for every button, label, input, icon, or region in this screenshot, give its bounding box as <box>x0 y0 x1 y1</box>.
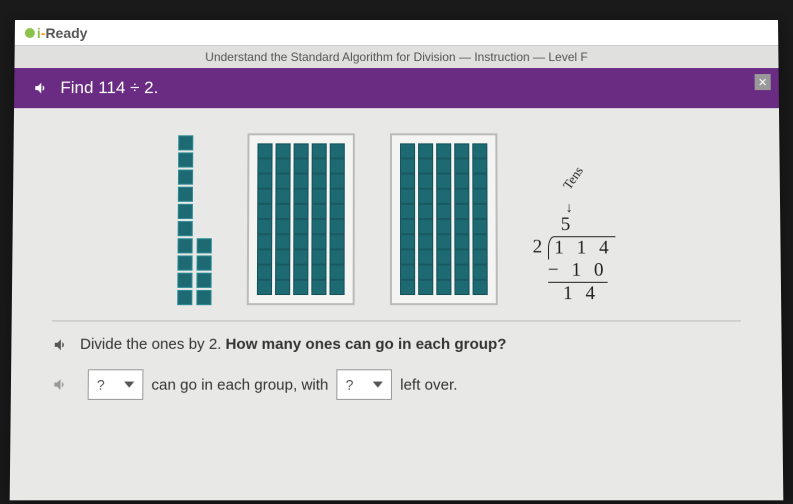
unit-block <box>178 152 193 167</box>
unit-block <box>177 204 192 219</box>
subtract-row: − 1 0 <box>533 260 616 283</box>
unit-column-short <box>196 238 211 305</box>
close-button[interactable]: ✕ <box>755 74 771 90</box>
unit-block <box>177 221 192 236</box>
visual-row: Tens ↓ 5 2 1 1 4 − 1 0 1 4 <box>52 133 741 321</box>
dropdown-value: ? <box>97 376 105 392</box>
audio-icon[interactable] <box>52 336 70 352</box>
unit-block <box>196 290 211 305</box>
arrow-down-icon: ↓ <box>566 201 573 217</box>
ten-rod <box>472 143 487 295</box>
unit-column-tall <box>177 135 193 305</box>
unit-block <box>196 273 211 288</box>
ten-rod <box>436 143 451 295</box>
dropdown-group-count[interactable]: ? <box>88 369 144 400</box>
breadcrumb: Understand the Standard Algorithm for Di… <box>14 46 778 68</box>
ten-rod <box>400 143 415 295</box>
answer-text-1: can go in each group, with <box>151 376 328 393</box>
dropdown-value: ? <box>346 376 354 392</box>
question-row: Divide the ones by 2. How many ones can … <box>52 336 742 353</box>
ten-rod <box>293 143 309 295</box>
tens-group-2 <box>390 133 498 305</box>
unit-block <box>196 255 211 270</box>
long-division: Tens ↓ 5 2 1 1 4 − 1 0 1 4 <box>532 179 616 306</box>
ten-rod <box>418 143 433 295</box>
brand-bar: i - Ready <box>15 20 779 46</box>
ten-rod <box>329 143 344 295</box>
ten-rod <box>454 143 469 295</box>
main-area: Tens ↓ 5 2 1 1 4 − 1 0 1 4 Divide the on… <box>11 108 783 415</box>
ones-blocks <box>177 135 212 305</box>
audio-icon[interactable] <box>32 80 50 96</box>
answer-row: ? can go in each group, with ? left over… <box>51 369 742 400</box>
unit-block <box>178 170 193 185</box>
chevron-down-icon <box>373 382 383 388</box>
logo-dot <box>25 27 35 37</box>
chevron-down-icon <box>124 382 134 388</box>
logo-text-ready: Ready <box>45 24 87 40</box>
close-icon: ✕ <box>758 76 767 89</box>
unit-block <box>177 290 192 305</box>
app-window: i - Ready Understand the Standard Algori… <box>10 20 784 500</box>
unit-block <box>178 187 193 202</box>
answer-text-2: left over. <box>400 376 457 393</box>
question-prefix: Divide the ones by 2. <box>80 336 222 353</box>
subtract-value: − 1 0 <box>548 260 608 283</box>
instruction-bar: Find 114 ÷ 2. ✕ <box>14 68 779 108</box>
ten-rod <box>311 143 326 295</box>
quotient: 5 <box>533 214 616 236</box>
remainder: 1 4 <box>533 283 616 305</box>
ten-rod <box>257 143 273 295</box>
divisor: 2 <box>533 236 549 258</box>
question-bold: How many ones can go in each group? <box>225 336 506 353</box>
tens-group-1 <box>247 133 355 305</box>
unit-block <box>177 273 192 288</box>
divisor-dividend: 2 1 1 4 <box>533 236 616 259</box>
instruction-text: Find 114 ÷ 2. <box>60 78 158 98</box>
dividend: 1 1 4 <box>548 236 616 259</box>
audio-icon[interactable] <box>51 376 69 392</box>
ten-rod <box>275 143 291 295</box>
unit-block <box>196 238 211 253</box>
unit-block <box>177 255 192 270</box>
dropdown-leftover[interactable]: ? <box>336 369 392 400</box>
unit-block <box>177 238 192 253</box>
unit-block <box>178 135 193 150</box>
tens-label: Tens <box>559 163 586 192</box>
